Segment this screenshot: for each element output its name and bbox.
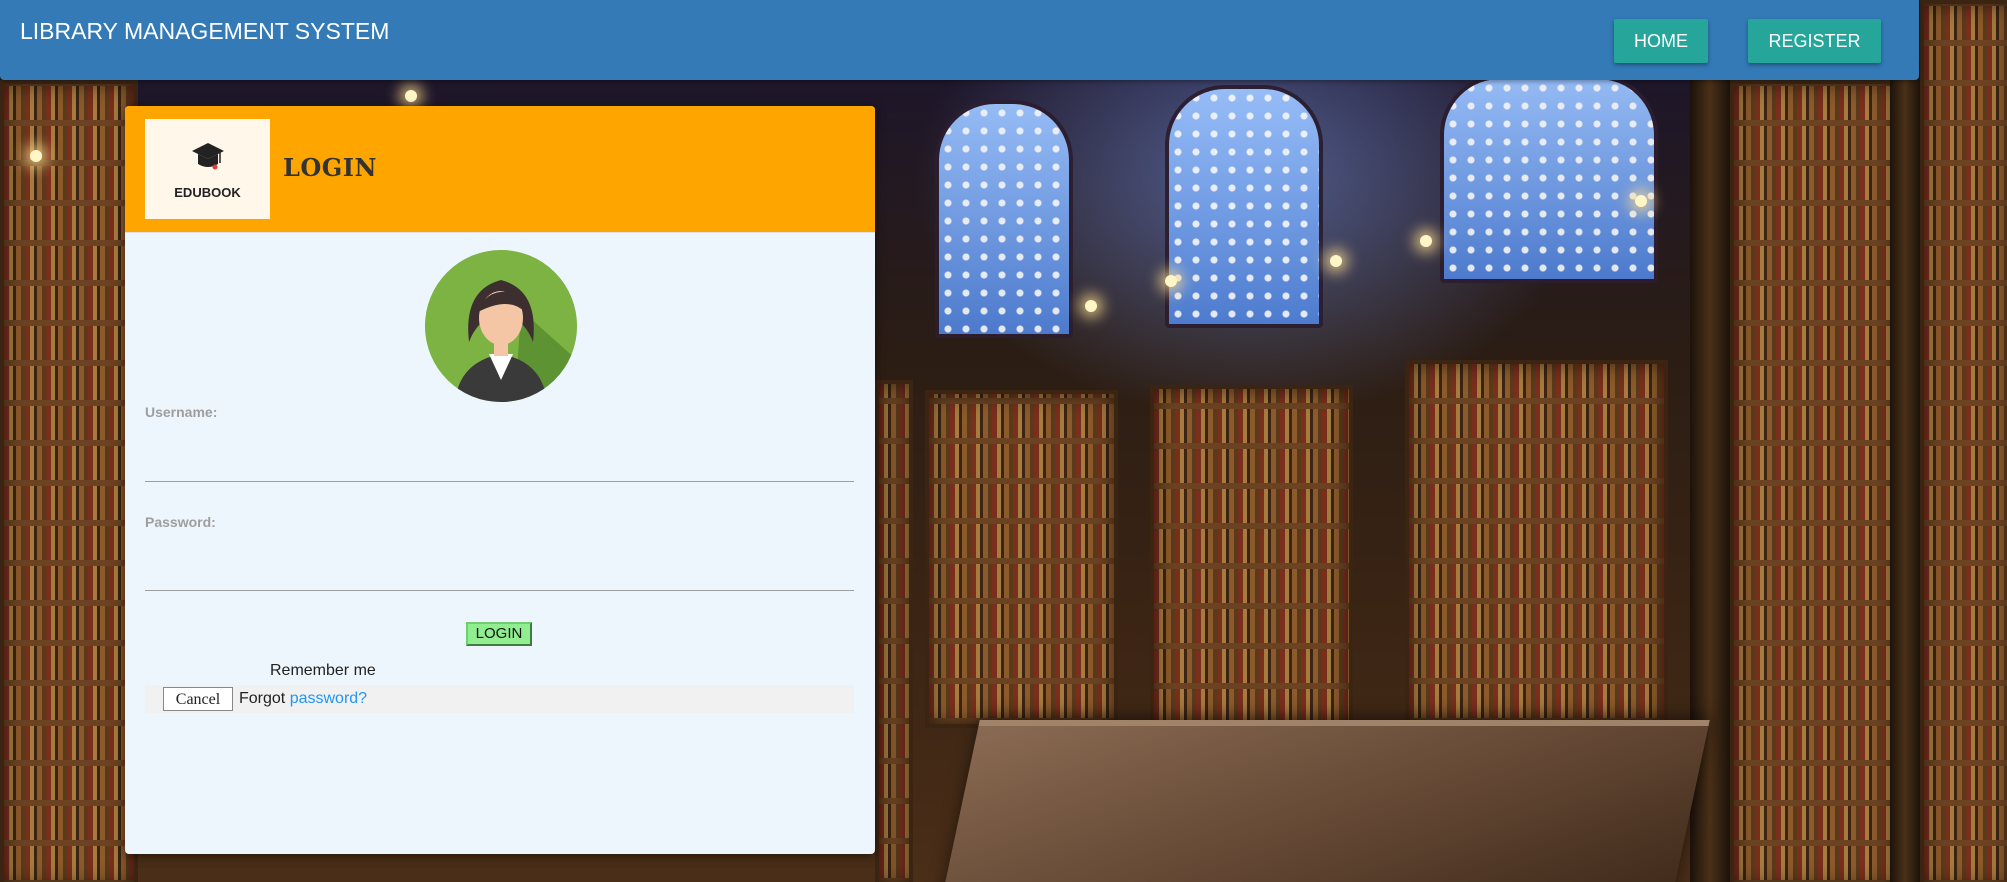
register-button[interactable]: REGISTER [1748, 19, 1881, 63]
cancel-button[interactable]: Cancel [163, 687, 233, 711]
username-label: Username: [145, 404, 218, 420]
forgot-password-link[interactable]: password? [290, 690, 367, 707]
top-navbar: LIBRARY MANAGEMENT SYSTEM HOME REGISTER [0, 0, 1919, 80]
password-input[interactable] [145, 550, 854, 591]
user-avatar-icon [425, 250, 577, 402]
login-card-header: EDUBOOK LOGIN [125, 106, 875, 233]
password-label: Password: [145, 514, 216, 530]
logo-text: EDUBOOK [174, 185, 241, 200]
forgot-label: Forgot [239, 690, 286, 707]
login-button[interactable]: LOGIN [466, 622, 532, 646]
home-button[interactable]: HOME [1614, 19, 1708, 63]
brand-title[interactable]: LIBRARY MANAGEMENT SYSTEM [20, 18, 389, 45]
edubook-logo: EDUBOOK [145, 119, 270, 219]
forgot-password-text: Forgot password? [239, 690, 367, 708]
login-card: EDUBOOK LOGIN Username: Password: LOGIN … [125, 106, 875, 854]
graduation-cap-icon [192, 143, 224, 170]
login-title: LOGIN [283, 153, 377, 182]
remember-me-label[interactable]: Remember me [270, 662, 376, 680]
card-footer: Cancel Forgot password? [145, 685, 854, 713]
username-input[interactable] [145, 441, 854, 482]
